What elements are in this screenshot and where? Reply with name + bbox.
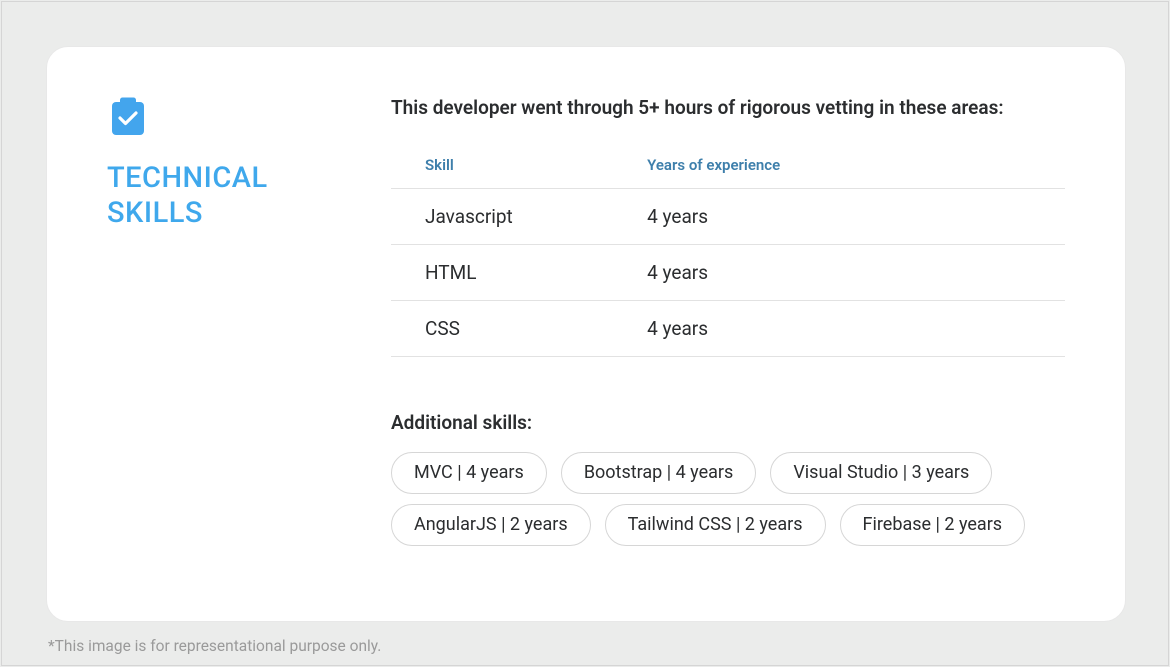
skill-cell: Javascript <box>391 189 647 245</box>
skill-chip: AngularJS | 2 years <box>391 504 591 546</box>
main-column: This developer went through 5+ hours of … <box>391 95 1065 621</box>
intro-text: This developer went through 5+ hours of … <box>391 95 1065 122</box>
years-cell: 4 years <box>647 301 1065 357</box>
disclaimer-text: *This image is for representational purp… <box>48 637 381 655</box>
skill-cell: HTML <box>391 245 647 301</box>
skill-chip: MVC | 4 years <box>391 452 547 494</box>
skills-table: Skill Years of experience Javascript 4 y… <box>391 156 1065 358</box>
section-title: TECHNICAL SKILLS <box>107 161 367 231</box>
left-column: TECHNICAL SKILLS <box>107 95 367 621</box>
header-years: Years of experience <box>647 156 1065 189</box>
skill-cell: CSS <box>391 301 647 357</box>
skill-chip: Firebase | 2 years <box>840 504 1026 546</box>
skill-chip: Bootstrap | 4 years <box>561 452 757 494</box>
additional-skills-title: Additional skills: <box>391 411 1065 434</box>
clipboard-check-icon <box>107 95 149 137</box>
skill-chip: Visual Studio | 3 years <box>770 452 992 494</box>
chips-container: MVC | 4 years Bootstrap | 4 years Visual… <box>391 452 1065 545</box>
table-row: Javascript 4 years <box>391 189 1065 245</box>
technical-skills-card: TECHNICAL SKILLS This developer went thr… <box>46 46 1126 622</box>
years-cell: 4 years <box>647 245 1065 301</box>
table-row: CSS 4 years <box>391 301 1065 357</box>
years-cell: 4 years <box>647 189 1065 245</box>
header-skill: Skill <box>391 156 647 189</box>
table-row: HTML 4 years <box>391 245 1065 301</box>
skill-chip: Tailwind CSS | 2 years <box>605 504 826 546</box>
